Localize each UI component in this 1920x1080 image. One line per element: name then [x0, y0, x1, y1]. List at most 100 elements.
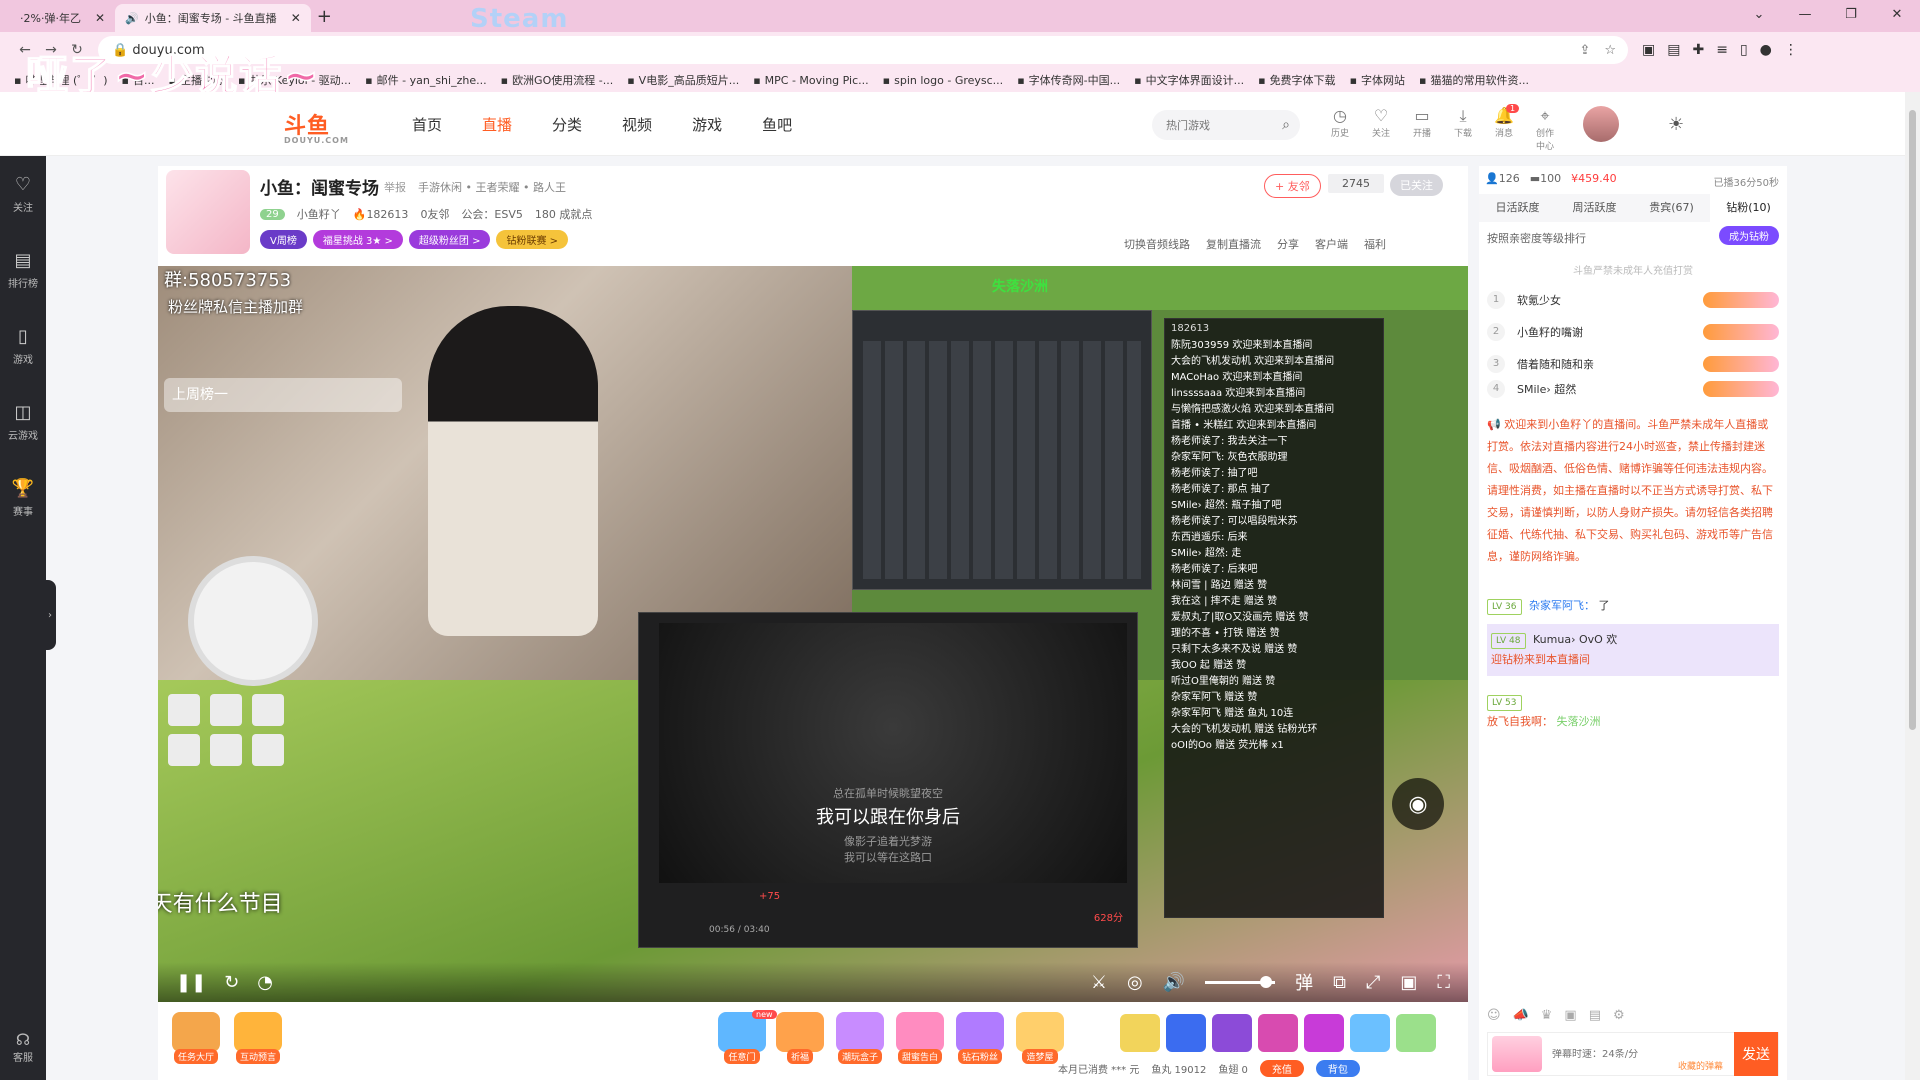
- search-icon[interactable]: ⌕: [1282, 117, 1290, 133]
- customer-service[interactable]: ☊ 客服: [0, 1030, 46, 1064]
- sidebar-item-events[interactable]: 🏆 赛事: [0, 460, 46, 536]
- portal-button[interactable]: 任意门: [714, 1012, 770, 1064]
- rank-row[interactable]: 2 小鱼籽的嘴谢: [1487, 316, 1779, 348]
- sidebar-item-game[interactable]: ▯ 游戏: [0, 308, 46, 384]
- share-icon[interactable]: ⇪: [1579, 43, 1590, 58]
- dream-house-button[interactable]: 造梦屋: [1012, 1012, 1068, 1064]
- tab-daily[interactable]: 日活跃度: [1479, 194, 1556, 222]
- diamond-fan-button[interactable]: 钻石粉丝: [952, 1012, 1008, 1064]
- sidebar-item-follow[interactable]: ♡ 关注: [0, 156, 46, 232]
- nav-fishbar[interactable]: 鱼吧: [762, 114, 792, 135]
- web-fullscreen-icon[interactable]: ⤢: [1366, 972, 1380, 993]
- report-link[interactable]: 举报: [384, 179, 406, 195]
- tab-search-icon[interactable]: ⌄: [1736, 0, 1782, 32]
- bookmark[interactable]: ▪ 字体网站: [1350, 72, 1405, 88]
- search-input[interactable]: [1166, 118, 1266, 132]
- volume-icon[interactable]: 🔊: [1163, 972, 1185, 993]
- switch-audio-button[interactable]: 切换音频线路: [1124, 236, 1190, 252]
- profile-icon[interactable]: ●: [1760, 42, 1772, 58]
- message-button[interactable]: 🔔 1 消息: [1492, 104, 1520, 152]
- gift-item-icon[interactable]: [1166, 1014, 1206, 1052]
- settings-icon[interactable]: ⚙: [1613, 1008, 1625, 1023]
- gift-item-icon[interactable]: [1212, 1014, 1252, 1052]
- broadcast-danmu-icon[interactable]: 📣: [1513, 1008, 1529, 1023]
- url-input[interactable]: 🔒 douyu.com ⇪ ☆: [98, 36, 1628, 64]
- danmu-toggle-icon[interactable]: 弹: [1295, 969, 1313, 995]
- fullscreen-icon[interactable]: ⛶: [1437, 972, 1450, 993]
- scrollbar-thumb[interactable]: [1909, 110, 1916, 730]
- extension-icon[interactable]: ▤: [1667, 42, 1680, 58]
- bookmark[interactable]: ▪ 免费字体下载: [1258, 72, 1335, 88]
- picture-in-picture-icon[interactable]: ⧉: [1333, 972, 1346, 993]
- danmu-input[interactable]: [1552, 1048, 1692, 1060]
- creator-center-button[interactable]: ⌖ 创作中心: [1533, 106, 1557, 152]
- refresh-icon[interactable]: ↻: [224, 972, 239, 993]
- bookmark[interactable]: ▪ 邮件 - yan_shi_zhe...: [365, 72, 486, 88]
- diamond-league-tag[interactable]: 钻粉联赛 >: [496, 230, 569, 249]
- playlist-icon[interactable]: ≡: [1716, 42, 1728, 58]
- pause-icon[interactable]: ❚❚: [176, 972, 206, 993]
- close-icon[interactable]: ✕: [291, 11, 301, 25]
- gift-item-icon[interactable]: [1304, 1014, 1344, 1052]
- nav-live[interactable]: 直播: [482, 114, 512, 135]
- client-button[interactable]: 客户端: [1315, 236, 1348, 252]
- backpack-button[interactable]: 背包: [1315, 1060, 1360, 1077]
- gift-item-icon[interactable]: [1120, 1014, 1160, 1052]
- saved-danmu-link[interactable]: 收藏的弹幕: [1678, 1059, 1723, 1072]
- bookmark[interactable]: ▪ MPC - Moving Pic...: [753, 74, 868, 87]
- menu-icon[interactable]: ⋮: [1784, 42, 1798, 58]
- douyu-logo[interactable]: 斗鱼 DOUYU.COM: [284, 108, 349, 145]
- close-icon[interactable]: ✕: [95, 11, 105, 25]
- gift-item-icon[interactable]: [1350, 1014, 1390, 1052]
- star-icon[interactable]: ☆: [1604, 43, 1616, 58]
- bookmark[interactable]: ▪ 猫猫的常用软件资...: [1419, 72, 1529, 88]
- task-hall-button[interactable]: 任务大厅: [168, 1012, 224, 1064]
- fan-danmu-icon[interactable]: ▣: [1564, 1008, 1576, 1023]
- send-button[interactable]: 发送: [1734, 1032, 1778, 1076]
- rank-row[interactable]: 3 借着随和随和亲: [1487, 348, 1779, 380]
- bookmark[interactable]: ▪ 欧洲GO使用流程 -...: [501, 72, 614, 88]
- browser-tab[interactable]: ·2%·弹·年乙 ✕: [10, 4, 115, 32]
- new-tab-button[interactable]: +: [317, 6, 332, 27]
- bookmark[interactable]: ▪ V电影_高品质短片...: [627, 72, 739, 88]
- tab-diamond-fans[interactable]: 钻粉(10): [1710, 194, 1787, 222]
- sidebar-item-cloud-game[interactable]: ◫ 云游戏: [0, 384, 46, 460]
- user-avatar[interactable]: [1583, 106, 1619, 142]
- browser-tab-active[interactable]: 🔊 小鱼：闺蜜专场 - 斗鱼直播 ✕: [115, 4, 311, 32]
- sidebar-icon[interactable]: ▯: [1740, 42, 1748, 58]
- share-button[interactable]: 分享: [1277, 236, 1299, 252]
- sidebar-item-ranking[interactable]: ▤ 排行榜: [0, 232, 46, 308]
- rank-row[interactable]: 1 软氪少女: [1487, 284, 1779, 316]
- emoji-icon[interactable]: ☺: [1487, 1008, 1501, 1023]
- copy-stream-button[interactable]: 复制直播流: [1206, 236, 1261, 252]
- fan-badge-selector[interactable]: [1492, 1036, 1542, 1072]
- bookmark[interactable]: ▪ 中文字体界面设计...: [1134, 72, 1244, 88]
- toy-box-button[interactable]: 潮玩盒子: [832, 1012, 888, 1064]
- video-player[interactable]: 群:580573753 粉丝牌私信主播加群 上周榜一 失落沙洲 182613 陈…: [158, 266, 1468, 1002]
- nav-category[interactable]: 分类: [552, 114, 582, 135]
- add-friend-button[interactable]: + 友邻: [1264, 174, 1321, 198]
- danmu-settings-icon[interactable]: ◎: [1127, 972, 1143, 993]
- timer-icon[interactable]: ◔: [257, 972, 273, 993]
- streamer-name[interactable]: 小鱼籽丫: [297, 206, 341, 222]
- welfare-button[interactable]: 福利: [1364, 236, 1386, 252]
- nav-video[interactable]: 视频: [622, 114, 652, 135]
- puzzle-icon[interactable]: ✚: [1692, 42, 1704, 58]
- streamer-avatar[interactable]: [166, 170, 250, 254]
- nav-game[interactable]: 游戏: [692, 114, 722, 135]
- recharge-button[interactable]: 充值: [1259, 1060, 1304, 1077]
- page-scrollbar[interactable]: [1905, 92, 1920, 1080]
- prediction-button[interactable]: 互动预言: [230, 1012, 286, 1064]
- tab-weekly[interactable]: 周活跃度: [1556, 194, 1633, 222]
- lucky-challenge-tag[interactable]: 福星挑战 3★ >: [312, 230, 403, 249]
- download-button[interactable]: ⤓ 下载: [1451, 106, 1475, 152]
- become-diamond-fan-button[interactable]: 成为钻粉: [1719, 226, 1779, 245]
- rank-row[interactable]: 4 SMile› 超然: [1487, 378, 1779, 400]
- nav-home[interactable]: 首页: [412, 114, 442, 135]
- camera-icon[interactable]: ◉: [1392, 778, 1444, 830]
- theater-mode-icon[interactable]: ▣: [1400, 972, 1417, 993]
- chat-user[interactable]: Kumua› OvO 欢: [1533, 633, 1617, 646]
- gift-item-icon[interactable]: [1258, 1014, 1298, 1052]
- pdf-extension-icon[interactable]: ▣: [1642, 42, 1655, 58]
- blessing-button[interactable]: 祈福: [772, 1012, 828, 1064]
